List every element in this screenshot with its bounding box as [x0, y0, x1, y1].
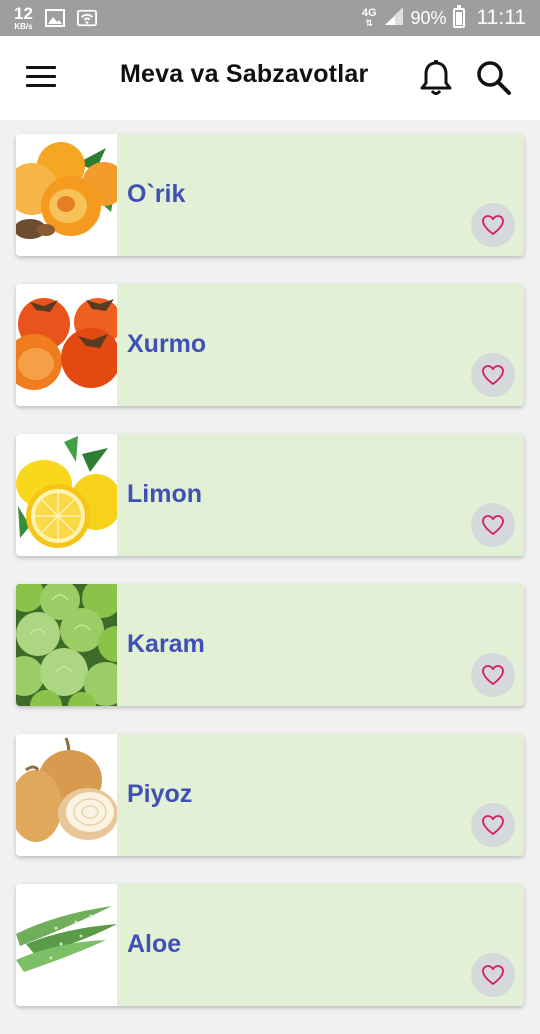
list-item[interactable]: Piyoz: [16, 734, 524, 856]
list-item[interactable]: Xurmo: [16, 284, 524, 406]
image-icon: [44, 9, 65, 27]
aloe-image: [16, 884, 117, 1006]
speed-unit: KB/s: [14, 22, 33, 31]
battery-percent: 90%: [410, 7, 447, 28]
item-title: O`rik: [127, 180, 186, 208]
wifi-icon: [76, 9, 97, 27]
heart-icon[interactable]: [471, 803, 515, 847]
heart-icon[interactable]: [471, 353, 515, 397]
list-item[interactable]: O`rik: [16, 134, 524, 256]
network-speed: 12 KB/s: [14, 5, 33, 31]
heart-icon[interactable]: [471, 203, 515, 247]
status-bar: 12 KB/s 4G ⇅ 90% 11:11: [0, 0, 540, 36]
item-title: Karam: [127, 630, 205, 658]
persimmon-image: [16, 284, 117, 406]
apricot-image: [16, 134, 117, 256]
item-title: Xurmo: [127, 330, 207, 358]
network-type: 4G ⇅: [361, 7, 377, 28]
menu-icon[interactable]: [26, 66, 56, 88]
item-title: Piyoz: [127, 780, 193, 808]
speed-value: 12: [14, 4, 33, 23]
lemon-image: [16, 434, 117, 556]
item-title: Aloe: [127, 930, 182, 958]
heart-icon[interactable]: [471, 653, 515, 697]
heart-icon[interactable]: [471, 503, 515, 547]
signal-icon: [383, 6, 405, 31]
list-item[interactable]: Aloe: [16, 884, 524, 1006]
clock: 11:11: [476, 6, 526, 29]
cabbage-image: [16, 584, 117, 706]
app-bar: Meva va Sabzavotlar: [0, 36, 540, 120]
search-icon[interactable]: [474, 58, 514, 98]
item-title: Limon: [127, 480, 202, 508]
battery-icon: [452, 5, 465, 28]
item-list: O`rik Xurmo Limon Karam Piyoz Aloe: [16, 134, 524, 1034]
page-title: Meva va Sabzavotlar: [120, 60, 369, 88]
list-item[interactable]: Limon: [16, 434, 524, 556]
list-item[interactable]: Karam: [16, 584, 524, 706]
onion-image: [16, 734, 117, 856]
bell-icon[interactable]: [418, 58, 454, 98]
